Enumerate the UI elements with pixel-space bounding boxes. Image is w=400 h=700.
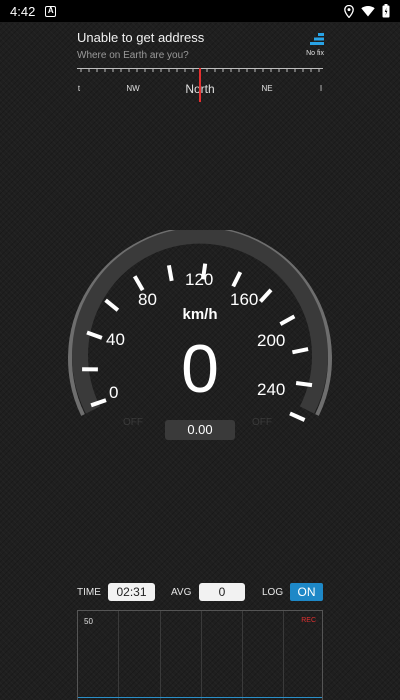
compass-label-ne: NE bbox=[261, 84, 273, 93]
time-label: TIME bbox=[77, 587, 101, 598]
avg-value[interactable]: 0 bbox=[199, 583, 245, 601]
rec-indicator: REC bbox=[301, 617, 316, 624]
speed-graph: 50 REC bbox=[77, 610, 323, 700]
graph-baseline bbox=[78, 697, 322, 698]
speed-value: 0 bbox=[181, 331, 219, 407]
battery-icon bbox=[382, 4, 390, 18]
distance-display[interactable]: 0.00 bbox=[165, 420, 235, 440]
address-title: Unable to get address bbox=[77, 30, 205, 45]
log-label: LOG bbox=[262, 587, 284, 598]
log-toggle-button[interactable]: ON bbox=[290, 583, 323, 601]
compass-strip: t NW North NE l bbox=[77, 68, 323, 102]
right-indicator-off: OFF bbox=[252, 417, 272, 428]
compass-label-nw: NW bbox=[126, 84, 140, 93]
compass-label-east: l bbox=[320, 84, 322, 93]
avg-label: AVG bbox=[171, 587, 192, 598]
compass-label-west: t bbox=[77, 84, 81, 93]
compass-needle bbox=[199, 68, 201, 102]
left-indicator-off: OFF bbox=[123, 417, 143, 428]
signal-bars-icon bbox=[310, 33, 324, 45]
graph-scale-label: 50 bbox=[84, 617, 93, 626]
speed-unit: km/h bbox=[182, 306, 218, 323]
time-value[interactable]: 02:31 bbox=[108, 583, 155, 601]
wifi-icon bbox=[361, 5, 375, 17]
gps-fix-label: No fix bbox=[306, 50, 324, 57]
address-block: Unable to get address Where on Earth are… bbox=[77, 30, 327, 61]
controls-row: TIME 02:31 AVG 0 LOG ON bbox=[77, 583, 323, 601]
tick-label-120: 120 bbox=[185, 270, 214, 289]
gps-status[interactable]: No fix bbox=[306, 33, 324, 57]
address-subtitle: Where on Earth are you? bbox=[77, 50, 189, 61]
status-bar: 4:42 A bbox=[0, 0, 400, 22]
notification-icon: A bbox=[45, 5, 57, 17]
status-time: 4:42 bbox=[10, 3, 36, 19]
location-icon bbox=[344, 4, 354, 18]
